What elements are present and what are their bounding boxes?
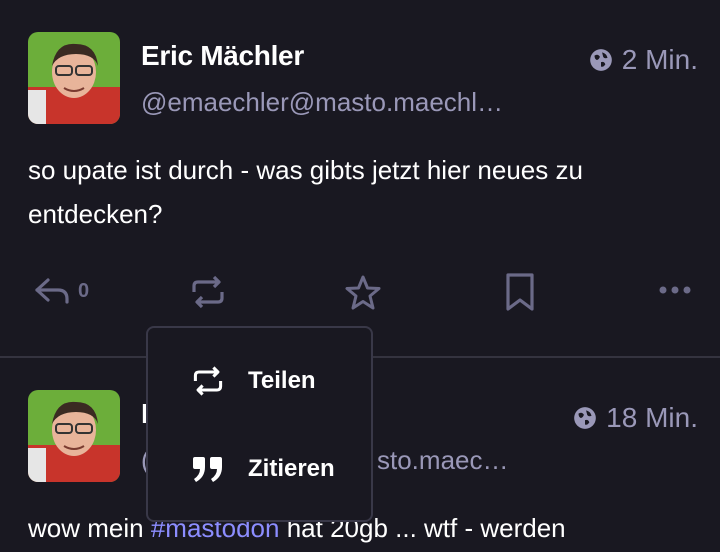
boost-icon bbox=[192, 275, 224, 309]
post-eric-1[interactable]: Eric Mächler @emaechler@masto.maechl… 2 … bbox=[0, 0, 720, 356]
menu-item-label: Zitieren bbox=[248, 455, 335, 482]
avatar[interactable] bbox=[28, 32, 120, 124]
author-name[interactable]: Eric Mächler bbox=[141, 40, 304, 72]
time-label: 2 Min. bbox=[621, 44, 698, 75]
content-text: wow mein bbox=[28, 513, 151, 543]
bookmark-button[interactable] bbox=[504, 272, 536, 312]
time-label: 18 Min. bbox=[606, 402, 698, 433]
globe-icon bbox=[588, 47, 614, 73]
reply-button[interactable]: 0 bbox=[32, 274, 89, 308]
globe-icon bbox=[572, 405, 598, 431]
quote-icon bbox=[190, 451, 226, 487]
more-icon bbox=[659, 286, 691, 294]
menu-item-label: Teilen bbox=[248, 367, 316, 394]
boost-icon bbox=[190, 363, 226, 399]
boost-button[interactable] bbox=[188, 272, 228, 312]
menu-item-zitieren[interactable]: Zitieren bbox=[148, 434, 371, 504]
reply-count: 0 bbox=[78, 279, 90, 302]
post-time[interactable]: 18 Min. bbox=[572, 402, 698, 434]
star-icon bbox=[345, 275, 381, 310]
author-handle[interactable]: @emaechler@masto.maechl… bbox=[141, 87, 503, 118]
reply-icon bbox=[35, 278, 69, 304]
author-handle-tail[interactable]: sto.maec… bbox=[377, 445, 509, 476]
avatar[interactable] bbox=[28, 390, 120, 482]
boost-menu: Teilen Zitieren bbox=[146, 326, 373, 522]
bookmark-icon bbox=[506, 273, 534, 311]
post-actions: 0 bbox=[0, 270, 720, 316]
favourite-button[interactable] bbox=[343, 273, 383, 313]
post-time[interactable]: 2 Min. bbox=[588, 44, 698, 76]
more-button[interactable] bbox=[658, 284, 692, 296]
menu-item-teilen[interactable]: Teilen bbox=[148, 346, 371, 416]
post-content: so upate ist durch - was gibts jetzt hie… bbox=[28, 155, 583, 229]
